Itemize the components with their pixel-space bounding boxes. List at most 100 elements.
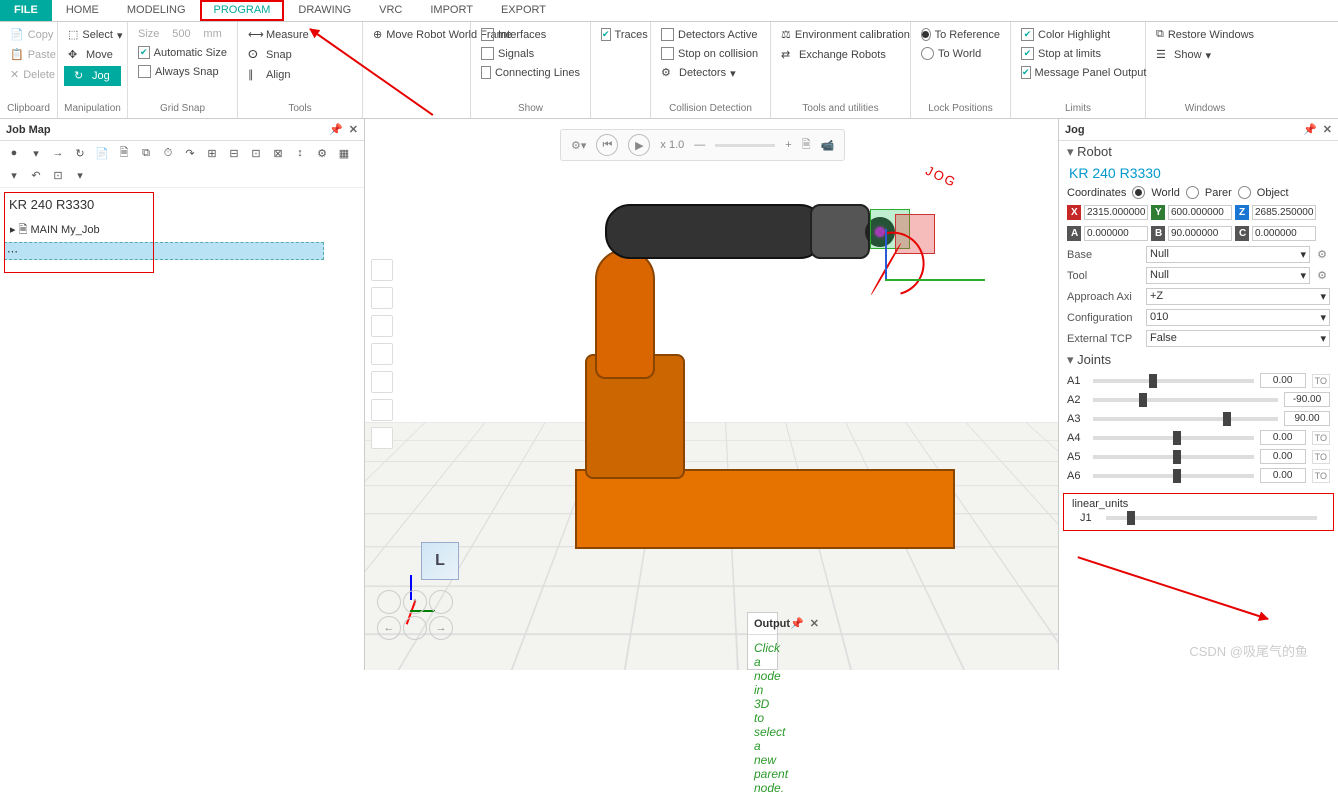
joint-value[interactable]: 0.00	[1260, 373, 1306, 388]
detectors-active-check[interactable]: Detectors Active	[657, 26, 764, 43]
paste-button[interactable]: 📋Paste	[6, 46, 51, 64]
align-button[interactable]: ∥Align	[244, 66, 356, 84]
nav-center[interactable]	[403, 616, 427, 640]
nav-left[interactable]: ←	[377, 616, 401, 640]
nav-up[interactable]: ↑	[403, 590, 427, 614]
tb-icon[interactable]: ⊟	[226, 145, 242, 161]
c-value[interactable]: 0.000000	[1252, 226, 1316, 241]
tb-icon[interactable]: ↷	[182, 145, 198, 161]
tb-icon[interactable]: ↕	[292, 145, 308, 161]
pin-icon[interactable]: 📌	[790, 617, 804, 630]
tb-icon[interactable]: ↶	[28, 167, 44, 183]
detectors-menu[interactable]: ⚙Detectors ▾	[657, 64, 764, 82]
traces-check[interactable]: ✔Traces	[597, 26, 644, 43]
size-input[interactable]	[163, 28, 199, 40]
nav-cube[interactable]: L	[421, 542, 459, 580]
tb-icon[interactable]: ⊞	[204, 145, 220, 161]
b-value[interactable]: 90.000000	[1168, 226, 1232, 241]
tb-icon[interactable]: ▾	[72, 167, 88, 183]
joint-slider[interactable]	[1093, 398, 1278, 402]
st-icon[interactable]	[371, 427, 393, 449]
st-icon[interactable]	[371, 343, 393, 365]
settings-icon[interactable]: ⚙▾	[571, 139, 586, 152]
camera-icon[interactable]: 📹	[821, 139, 835, 152]
joint-slider[interactable]	[1093, 474, 1254, 478]
joint-slider[interactable]	[1093, 455, 1254, 459]
to-world-radio[interactable]: To World	[917, 45, 1004, 62]
tb-icon[interactable]: ▾	[28, 145, 44, 161]
tool-select[interactable]: Null▾	[1146, 267, 1310, 284]
plus-button[interactable]: +	[785, 139, 791, 151]
tb-icon[interactable]: →	[50, 145, 66, 161]
stop-limits-check[interactable]: ✔Stop at limits	[1017, 45, 1139, 62]
tab-import[interactable]: IMPORT	[416, 0, 487, 21]
restore-windows-button[interactable]: ⧉Restore Windows	[1152, 26, 1258, 44]
viewport[interactable]: JOG ⚙▾ ⏮ ▶ x 1.0 — + 🗎 📹 L ↑ ←→	[365, 119, 1058, 670]
tab-modeling[interactable]: MODELING	[113, 0, 200, 21]
tb-icon[interactable]: ⊡	[50, 167, 66, 183]
world-radio[interactable]	[1132, 186, 1145, 199]
signals-check[interactable]: Signals	[477, 45, 584, 62]
tab-home[interactable]: HOME	[52, 0, 113, 21]
base-select[interactable]: Null▾	[1146, 246, 1310, 263]
show-windows-menu[interactable]: ☰Show ▾	[1152, 46, 1258, 64]
joint-slider[interactable]	[1093, 379, 1254, 383]
gear-icon[interactable]: ⚙	[1314, 248, 1330, 261]
tb-icon[interactable]: ▦	[336, 145, 352, 161]
tab-vrc[interactable]: VRC	[365, 0, 416, 21]
nav-right[interactable]: →	[429, 616, 453, 640]
st-icon[interactable]	[371, 287, 393, 309]
close-icon[interactable]: ✕	[1323, 123, 1332, 136]
tab-drawing[interactable]: DRAWING	[284, 0, 365, 21]
to-reference-radio[interactable]: To Reference	[917, 26, 1004, 43]
joint-value[interactable]: 0.00	[1260, 449, 1306, 464]
copy-button[interactable]: 📄Copy	[6, 26, 51, 44]
a-value[interactable]: 0.000000	[1084, 226, 1148, 241]
auto-size-check[interactable]: ✔Automatic Size	[134, 44, 231, 61]
joint-slider[interactable]	[1093, 436, 1254, 440]
tab-program[interactable]: PROGRAM	[200, 0, 285, 21]
minus-button[interactable]: —	[694, 139, 705, 151]
tb-icon[interactable]: ⏱	[160, 145, 176, 161]
joint-value[interactable]: -90.00	[1284, 392, 1330, 407]
env-calibration-button[interactable]: ⚖Environment calibration	[777, 26, 904, 44]
close-icon[interactable]: ✕	[810, 617, 819, 630]
measure-button[interactable]: ⟷Measure	[244, 26, 356, 44]
connecting-lines-check[interactable]: Connecting Lines	[477, 64, 584, 81]
exchange-robots-button[interactable]: ⇄Exchange Robots	[777, 46, 904, 64]
object-radio[interactable]	[1238, 186, 1251, 199]
color-highlight-check[interactable]: ✔Color Highlight	[1017, 26, 1139, 43]
gear-icon[interactable]: ⚙	[1314, 269, 1330, 282]
message-panel-check[interactable]: ✔Message Panel Output	[1017, 64, 1139, 81]
tb-icon[interactable]: ⧉	[138, 145, 154, 161]
tb-icon[interactable]: 📄	[94, 145, 110, 161]
select-button[interactable]: ⬚Select▾	[64, 26, 121, 44]
tb-icon[interactable]: ▾	[6, 167, 22, 183]
tb-icon[interactable]: ⊡	[248, 145, 264, 161]
pin-icon[interactable]: 📌	[329, 123, 343, 136]
robot-section[interactable]: Robot	[1059, 141, 1338, 163]
rewind-button[interactable]: ⏮	[596, 134, 618, 156]
parer-radio[interactable]	[1186, 186, 1199, 199]
speed-slider[interactable]	[715, 144, 775, 147]
st-icon[interactable]	[371, 371, 393, 393]
config-select[interactable]: 010▾	[1146, 309, 1330, 326]
jog-button[interactable]: ↻Jog	[64, 66, 121, 86]
export-icon[interactable]: 🗎	[802, 136, 811, 155]
joint-value[interactable]: 90.00	[1284, 411, 1330, 426]
interfaces-check[interactable]: Interfaces	[477, 26, 584, 43]
y-value[interactable]: 600.000000	[1168, 205, 1232, 220]
tb-icon[interactable]: 🗎	[116, 145, 132, 161]
move-robot-world-frame-button[interactable]: ⊕Move Robot World Frame	[369, 26, 464, 44]
tree-root[interactable]: KR 240 R3330	[9, 197, 149, 212]
approach-select[interactable]: +Z▾	[1146, 288, 1330, 305]
x-value[interactable]: 2315.000000	[1084, 205, 1148, 220]
joints-section[interactable]: Joints	[1059, 349, 1338, 371]
j1-slider[interactable]	[1106, 516, 1317, 520]
tab-file[interactable]: FILE	[0, 0, 52, 21]
joint-value[interactable]: 0.00	[1260, 468, 1306, 483]
tree-main-job[interactable]: MAIN My_Job	[30, 224, 99, 236]
delete-button[interactable]: ✕Delete	[6, 66, 51, 84]
tab-export[interactable]: EXPORT	[487, 0, 560, 21]
always-snap-check[interactable]: Always Snap	[134, 63, 231, 80]
